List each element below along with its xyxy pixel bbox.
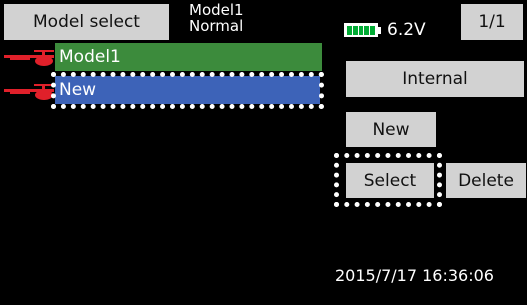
current-model-name: Model1 xyxy=(189,1,244,19)
model-list-item-new[interactable]: New xyxy=(55,76,320,104)
delete-button[interactable]: Delete xyxy=(446,163,526,198)
select-button[interactable]: Select xyxy=(346,163,434,198)
model-list-item-model1[interactable]: Model1 xyxy=(55,43,322,71)
current-condition: Normal xyxy=(189,17,244,35)
new-button[interactable]: New xyxy=(346,112,436,147)
battery-icon xyxy=(344,21,381,39)
internal-button[interactable]: Internal xyxy=(346,61,524,97)
page-indicator[interactable]: 1/1 xyxy=(461,4,523,40)
date-time: 2015/7/17 16:36:06 xyxy=(335,266,494,285)
helicopter-icon xyxy=(4,84,54,100)
current-model-info: Model1 Normal xyxy=(189,2,309,34)
screen-title: Model select xyxy=(4,4,169,40)
battery-voltage: 6.2V xyxy=(387,20,426,40)
helicopter-icon xyxy=(4,50,54,66)
